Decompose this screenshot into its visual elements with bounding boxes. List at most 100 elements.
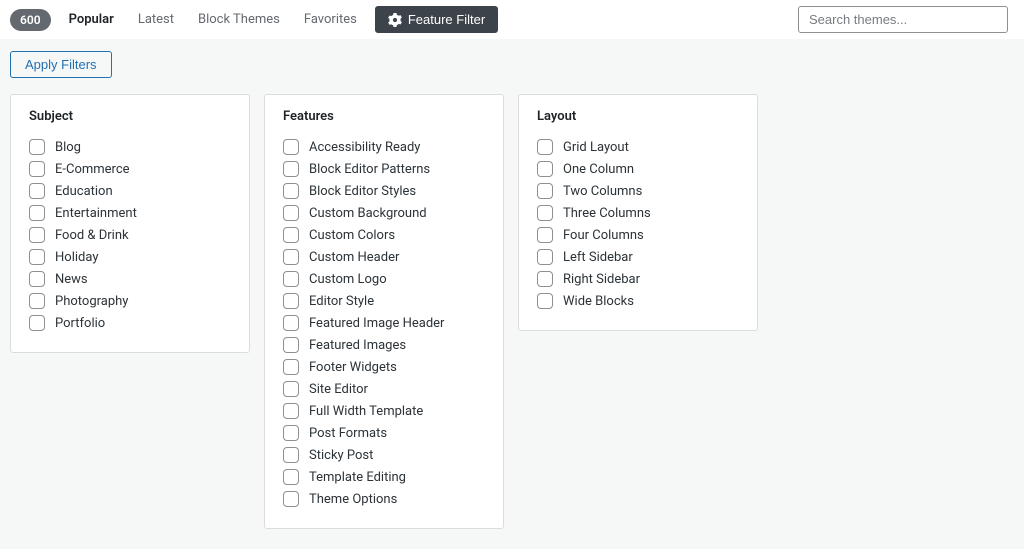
filter-checkbox-row[interactable]: News [29,268,231,290]
search-input[interactable] [798,6,1008,33]
filter-checkbox-label: Accessibility Ready [309,140,420,155]
filter-checkbox-row[interactable]: Site Editor [283,378,485,400]
filter-checkbox-row[interactable]: Right Sidebar [537,268,739,290]
filter-checkbox-row[interactable]: E-Commerce [29,158,231,180]
checkbox-icon[interactable] [283,491,299,507]
feature-filter-panel: Apply Filters Subject BlogE-Commerce Educ… [0,39,1024,549]
filter-checkbox-row[interactable]: Full Width Template [283,400,485,422]
filter-checkbox-row[interactable]: Three Columns [537,202,739,224]
filter-checkbox-row[interactable]: Custom Background [283,202,485,224]
filter-checkbox-row[interactable]: Post Formats [283,422,485,444]
checkbox-icon[interactable] [537,227,553,243]
checkbox-icon[interactable] [537,205,553,221]
filter-checkbox-label: Wide Blocks [563,294,634,309]
filter-checkbox-label: Editor Style [309,294,374,309]
filter-checkbox-label: Photography [55,294,128,309]
apply-filters-button[interactable]: Apply Filters [10,51,112,78]
filter-checkbox-label: Education [55,184,113,199]
tab-latest[interactable]: Latest [126,6,186,33]
checkbox-icon[interactable] [283,249,299,265]
features-title: Features [283,109,485,124]
filter-checkbox-label: Theme Options [309,492,397,507]
tab-favorites[interactable]: Favorites [292,6,369,33]
filter-checkbox-row[interactable]: Grid Layout [537,136,739,158]
checkbox-icon[interactable] [283,425,299,441]
checkbox-icon[interactable] [29,227,45,243]
checkbox-icon[interactable] [283,161,299,177]
filter-checkbox-row[interactable]: Education [29,180,231,202]
filter-checkbox-row[interactable]: Custom Logo [283,268,485,290]
filter-checkbox-label: Custom Colors [309,228,395,243]
filter-checkbox-row[interactable]: Four Columns [537,224,739,246]
filter-checkbox-label: Grid Layout [563,140,629,155]
checkbox-icon[interactable] [283,227,299,243]
filter-checkbox-label: Four Columns [563,228,644,243]
checkbox-icon[interactable] [283,139,299,155]
filter-checkbox-label: Sticky Post [309,448,373,463]
checkbox-icon[interactable] [29,139,45,155]
filter-checkbox-label: Featured Images [309,338,406,353]
filter-checkbox-row[interactable]: Portfolio [29,312,231,334]
checkbox-icon[interactable] [537,183,553,199]
filter-checkbox-row[interactable]: Block Editor Patterns [283,158,485,180]
filter-checkbox-row[interactable]: Accessibility Ready [283,136,485,158]
filter-checkbox-row[interactable]: Editor Style [283,290,485,312]
gear-icon [388,13,402,27]
filter-checkbox-row[interactable]: Featured Image Header [283,312,485,334]
tab-popular[interactable]: Popular [57,6,126,33]
checkbox-icon[interactable] [283,183,299,199]
checkbox-icon[interactable] [29,293,45,309]
filter-checkbox-label: Holiday [55,250,98,265]
features-list: Accessibility Ready Block Editor Patterns… [283,136,485,510]
checkbox-icon[interactable] [283,315,299,331]
checkbox-icon[interactable] [283,447,299,463]
filter-checkbox-label: Featured Image Header [309,316,444,331]
filter-checkbox-row[interactable]: Template Editing [283,466,485,488]
filter-bar: 600 Popular Latest Block Themes Favorite… [0,0,1024,39]
feature-filter-button[interactable]: Feature Filter [375,6,498,33]
filter-checkbox-label: Custom Background [309,206,427,221]
checkbox-icon[interactable] [537,271,553,287]
subject-title: Subject [29,109,231,124]
checkbox-icon[interactable] [537,293,553,309]
checkbox-icon[interactable] [537,139,553,155]
checkbox-icon[interactable] [537,161,553,177]
checkbox-icon[interactable] [283,469,299,485]
filter-checkbox-row[interactable]: Entertainment [29,202,231,224]
checkbox-icon[interactable] [29,315,45,331]
filter-checkbox-row[interactable]: Custom Colors [283,224,485,246]
checkbox-icon[interactable] [29,183,45,199]
filter-checkbox-label: Post Formats [309,426,387,441]
filter-checkbox-row[interactable]: Left Sidebar [537,246,739,268]
checkbox-icon[interactable] [283,293,299,309]
filter-checkbox-label: Two Columns [563,184,642,199]
checkbox-icon[interactable] [283,337,299,353]
filter-checkbox-row[interactable]: Custom Header [283,246,485,268]
filter-checkbox-row[interactable]: Wide Blocks [537,290,739,312]
checkbox-icon[interactable] [283,271,299,287]
checkbox-icon[interactable] [29,271,45,287]
filter-checkbox-row[interactable]: Block Editor Styles [283,180,485,202]
filter-checkbox-label: Food & Drink [55,228,129,243]
filter-checkbox-label: Portfolio [55,316,105,331]
filter-checkbox-row[interactable]: Footer Widgets [283,356,485,378]
filter-checkbox-row[interactable]: Theme Options [283,488,485,510]
filter-checkbox-row[interactable]: Featured Images [283,334,485,356]
filter-checkbox-row[interactable]: Sticky Post [283,444,485,466]
filter-checkbox-row[interactable]: One Column [537,158,739,180]
checkbox-icon[interactable] [283,381,299,397]
checkbox-icon[interactable] [29,249,45,265]
checkbox-icon[interactable] [29,205,45,221]
checkbox-icon[interactable] [283,205,299,221]
filter-checkbox-row[interactable]: Food & Drink [29,224,231,246]
filter-checkbox-row[interactable]: Blog [29,136,231,158]
checkbox-icon[interactable] [283,359,299,375]
tab-block-themes[interactable]: Block Themes [186,6,292,33]
layout-panel: Layout Grid LayoutOne ColumnTwo ColumnsT… [518,94,758,331]
checkbox-icon[interactable] [29,161,45,177]
checkbox-icon[interactable] [537,249,553,265]
filter-checkbox-row[interactable]: Photography [29,290,231,312]
checkbox-icon[interactable] [283,403,299,419]
filter-checkbox-row[interactable]: Holiday [29,246,231,268]
filter-checkbox-row[interactable]: Two Columns [537,180,739,202]
